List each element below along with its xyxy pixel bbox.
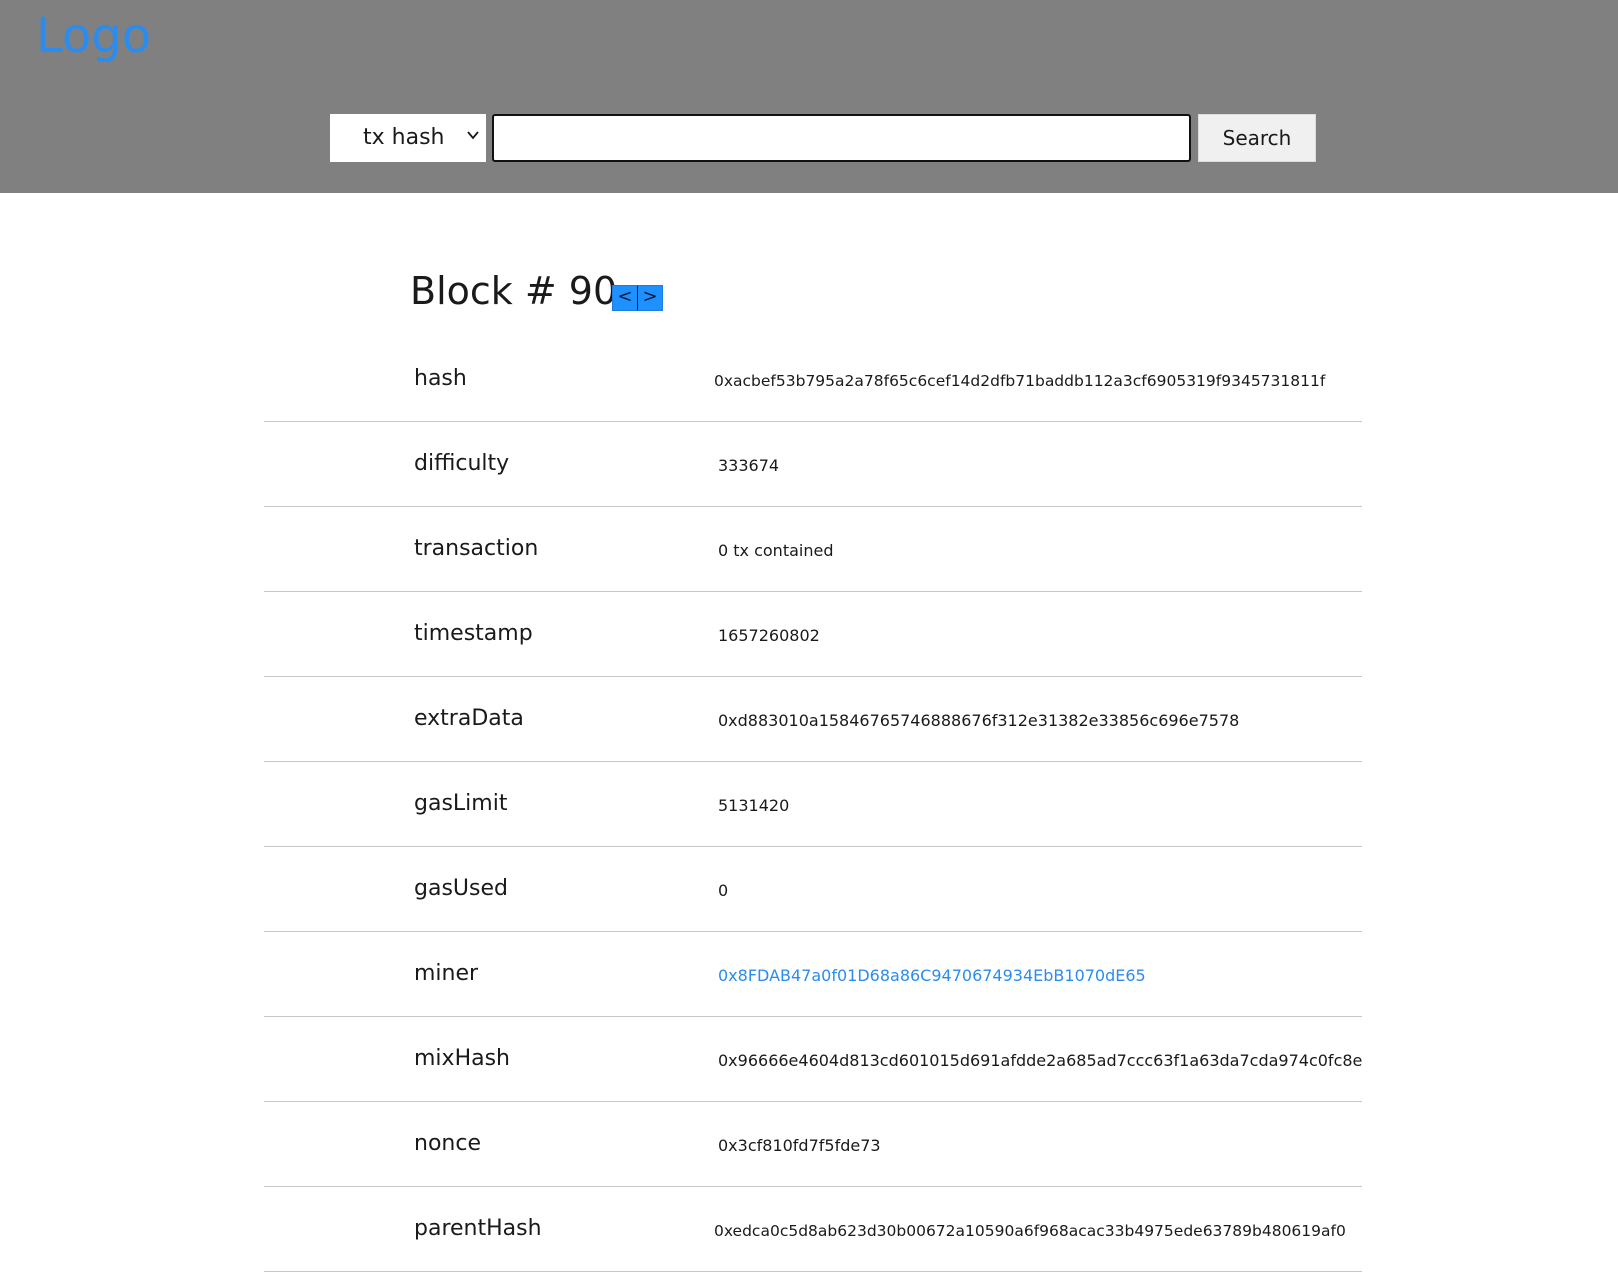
detail-row-extradata: extraData 0xd883010a15846765746888676f31… (264, 677, 1362, 762)
detail-row-gasused: gasUsed 0 (264, 847, 1362, 932)
row-label: difficulty (414, 451, 510, 476)
detail-row-transaction: transaction 0 tx contained (264, 507, 1362, 592)
detail-row-hash: hash 0xacbef53b795a2a78f65c6cef14d2dfb71… (264, 337, 1362, 422)
block-details-table: hash 0xacbef53b795a2a78f65c6cef14d2dfb71… (264, 337, 1362, 1272)
search-button[interactable]: Search (1198, 114, 1316, 162)
detail-row-timestamp: timestamp 1657260802 (264, 592, 1362, 677)
row-value: 333674 (718, 456, 780, 475)
header-bar: Logo tx hash Search (0, 0, 1618, 193)
next-block-button[interactable]: > (638, 286, 662, 310)
row-value: 0xedca0c5d8ab623d30b00672a10590a6f968aca… (714, 1222, 1346, 1240)
chevron-down-icon (467, 131, 479, 140)
detail-row-mixhash: mixHash 0x96666e4604d813cd601015d691afdd… (264, 1017, 1362, 1102)
detail-row-gaslimit: gasLimit 5131420 (264, 762, 1362, 847)
row-label: gasUsed (414, 876, 508, 901)
row-label: timestamp (414, 621, 533, 646)
row-label: transaction (414, 536, 539, 561)
row-label: extraData (414, 706, 524, 731)
row-value: 0 (718, 881, 729, 900)
detail-row-nonce: nonce 0x3cf810fd7f5fde73 (264, 1102, 1362, 1187)
logo[interactable]: Logo (36, 6, 151, 66)
row-label: parentHash (414, 1216, 542, 1241)
row-value: 0x3cf810fd7f5fde73 (718, 1136, 881, 1155)
miner-address-link[interactable]: 0x8FDAB47a0f01D68a86C9470674934EbB1070dE… (718, 964, 1146, 988)
row-value: 0x96666e4604d813cd601015d691afdde2a685ad… (718, 1051, 1363, 1070)
search-type-select[interactable]: tx hash (330, 114, 486, 162)
detail-row-parenthash: parentHash 0xedca0c5d8ab623d30b00672a105… (264, 1187, 1362, 1272)
row-label: hash (414, 366, 467, 391)
row-label: nonce (414, 1131, 481, 1156)
detail-row-difficulty: difficulty 333674 (264, 422, 1362, 507)
search-type-value: tx hash (363, 125, 445, 150)
page-title: Block # 90 (410, 269, 618, 313)
block-nav: < > (612, 285, 663, 311)
row-value: 0xd883010a15846765746888676f312e31382e33… (718, 711, 1240, 730)
row-value: 1657260802 (718, 626, 820, 645)
detail-row-miner: miner 0x8FDAB47a0f01D68a86C9470674934EbB… (264, 932, 1362, 1017)
previous-block-button[interactable]: < (613, 286, 638, 310)
row-label: gasLimit (414, 791, 508, 816)
row-label: mixHash (414, 1046, 510, 1071)
row-value: 0xacbef53b795a2a78f65c6cef14d2dfb71baddb… (714, 372, 1326, 390)
row-value: 0 tx contained (718, 541, 834, 560)
row-label: miner (414, 961, 479, 986)
search-input[interactable] (492, 114, 1191, 162)
row-value: 5131420 (718, 796, 790, 815)
